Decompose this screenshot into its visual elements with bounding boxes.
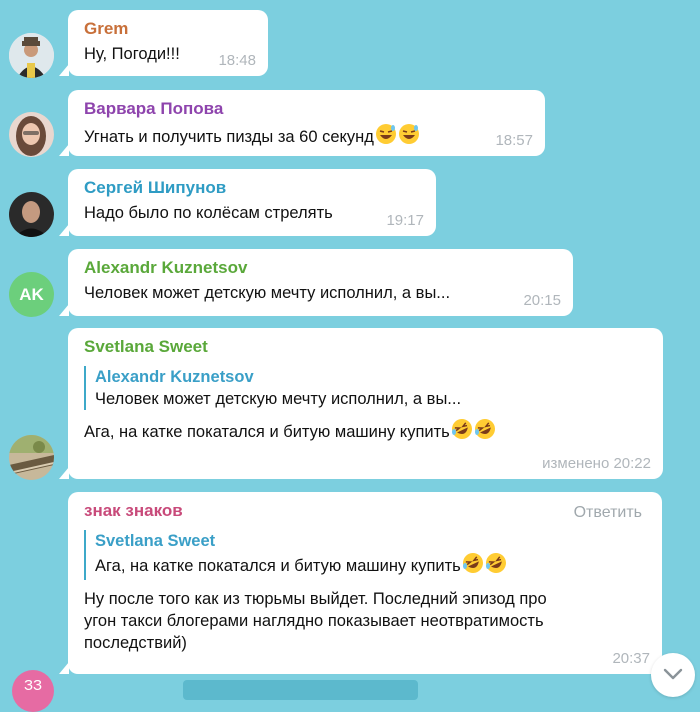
message-bubble[interactable]: Grem Ну, Погоди!!! 18:48 <box>59 10 268 76</box>
grinning-sweat-emoji-icon <box>398 123 420 151</box>
message-time: 20:37 <box>612 650 650 667</box>
rofl-emoji-icon <box>474 418 496 446</box>
avatar[interactable] <box>9 435 54 480</box>
message-text: Человек может детскую мечту исполнил, а … <box>84 284 451 302</box>
message-bubble[interactable]: Сергей Шипунов Надо было по колёсам стре… <box>59 169 436 236</box>
avatar[interactable] <box>9 33 54 78</box>
message-text: Ага, на катке покатался и битую машину к… <box>84 418 647 446</box>
message-text: Надо было по колёсам стрелять <box>84 204 333 222</box>
reply-button[interactable]: Ответить <box>574 504 642 522</box>
next-message-preview <box>183 680 418 700</box>
message-time: 18:57 <box>495 132 533 149</box>
quote-author: Svetlana Sweet <box>95 532 216 550</box>
message-line: Ну после того как из тюрьмы выйдет. Посл… <box>84 590 547 608</box>
chevron-down-icon <box>663 667 683 685</box>
message-author[interactable]: Grem <box>84 18 252 40</box>
message-author[interactable]: знак знаков <box>84 500 646 522</box>
scroll-down-button[interactable] <box>651 653 695 697</box>
message-text-content: Ага, на катке покатался и битую машину к… <box>84 423 450 441</box>
message-bubble[interactable]: Варвара Попова Угнать и получить пизды з… <box>59 90 545 156</box>
message-time: 20:15 <box>523 292 561 309</box>
avatar[interactable] <box>9 112 54 157</box>
message-time: изменено 20:22 <box>542 455 651 472</box>
quote-text-content: Ага, на катке покатался и битую машину к… <box>95 557 461 575</box>
reply-quote[interactable]: Alexandr Kuznetsov Человек может детскую… <box>84 366 647 410</box>
quote-text: Ага, на катке покатался и битую машину к… <box>95 552 646 580</box>
quote-author: Alexandr Kuznetsov <box>95 368 254 386</box>
reply-quote[interactable]: Svetlana Sweet Ага, на катке покатался и… <box>84 530 646 580</box>
message-text-content: Угнать и получить пизды за 60 секунд <box>84 128 374 146</box>
avatar[interactable]: AK <box>9 272 54 317</box>
quote-text: Человек может детскую мечту исполнил, а … <box>95 390 462 408</box>
avatar[interactable] <box>9 192 54 237</box>
message-bubble[interactable]: Svetlana Sweet Alexandr Kuznetsov Челове… <box>59 328 663 479</box>
message-text: Угнать и получить пизды за 60 секунд <box>84 123 529 151</box>
rofl-emoji-icon <box>462 552 484 580</box>
message-author[interactable]: Сергей Шипунов <box>84 177 420 199</box>
rofl-emoji-icon <box>485 552 507 580</box>
avatar[interactable]: ЗЗ <box>12 670 54 712</box>
message-line: последствий) <box>84 634 187 652</box>
message-text: Ну после того как из тюрьмы выйдет. Посл… <box>84 588 646 654</box>
message-author[interactable]: Svetlana Sweet <box>84 336 647 358</box>
message-author[interactable]: Alexandr Kuznetsov <box>84 257 557 279</box>
grinning-sweat-emoji-icon <box>375 123 397 151</box>
message-time: 18:48 <box>218 52 256 69</box>
message-time: 19:17 <box>386 212 424 229</box>
message-bubble[interactable]: Alexandr Kuznetsov Человек может детскую… <box>59 249 573 316</box>
rofl-emoji-icon <box>451 418 473 446</box>
message-bubble[interactable]: знак знаков Ответить Svetlana Sweet Ага,… <box>59 492 662 674</box>
message-line: угон такси блогерами наглядно показывает… <box>84 612 544 630</box>
message-author[interactable]: Варвара Попова <box>84 98 529 120</box>
